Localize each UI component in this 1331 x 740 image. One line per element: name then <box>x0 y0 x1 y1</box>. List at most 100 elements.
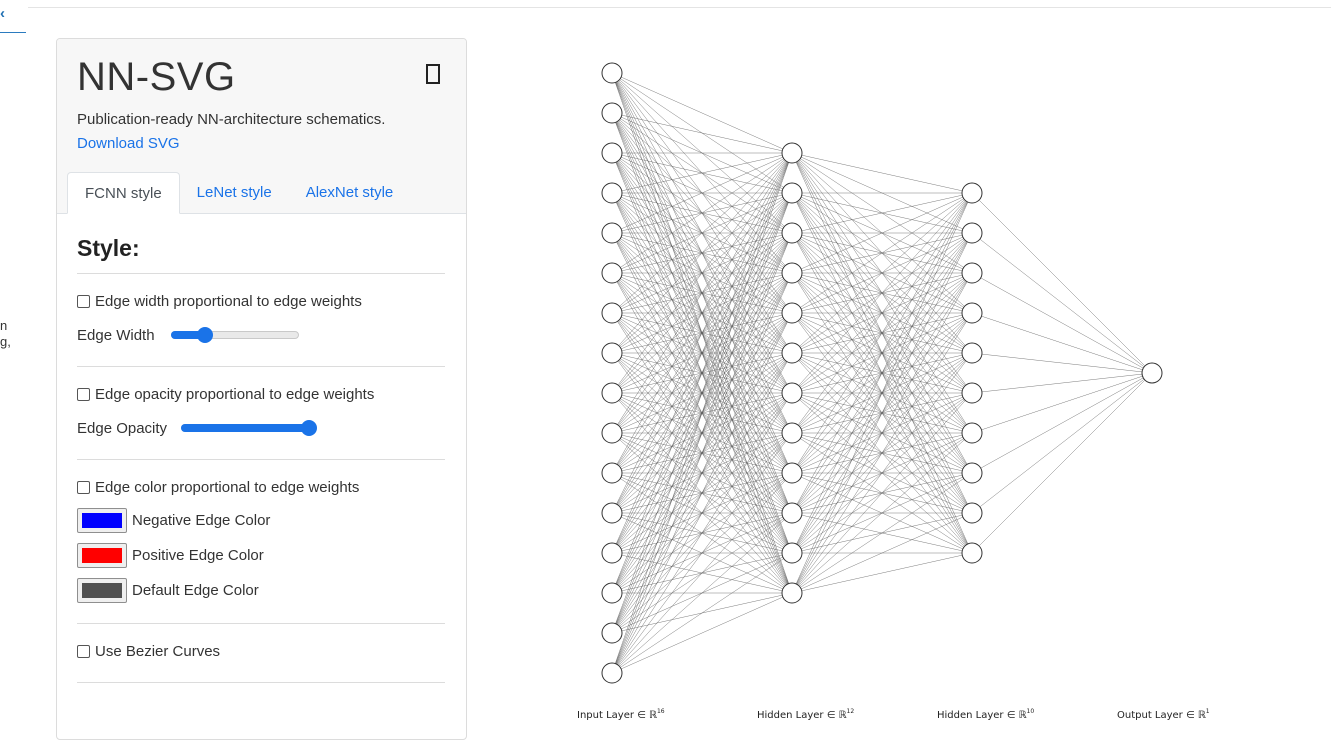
layer-label: Hidden Layer ∈ ℝ10 <box>937 708 1034 721</box>
network-edge <box>971 372 1153 554</box>
network-node <box>781 302 803 324</box>
color-swatch <box>82 513 122 528</box>
network-node <box>601 342 623 364</box>
edge-width-control: Edge Width <box>77 324 445 346</box>
network-node <box>781 422 803 444</box>
edge-opacity-proportional-checkbox[interactable] <box>77 387 90 401</box>
network-diagram: Input Layer ∈ ℝ16 Hidden Layer ∈ ℝ12 Hidde… <box>577 62 1210 721</box>
edge-opacity-group: Edge opacity proportional to edge weight… <box>77 367 445 460</box>
network-node <box>781 262 803 284</box>
network-node <box>961 182 983 204</box>
edge-width-proportional-checkbox[interactable] <box>77 294 90 308</box>
edge-opacity-slider[interactable] <box>181 420 318 436</box>
edge-opacity-control: Edge Opacity <box>77 417 445 439</box>
color-swatch <box>82 583 122 598</box>
network-node <box>601 262 623 284</box>
network-node <box>781 502 803 524</box>
bezier-option[interactable]: Use Bezier Curves <box>77 640 445 662</box>
edge-color-proportional-option[interactable]: Edge color proportional to edge weights <box>77 476 445 498</box>
style-tabs: FCNN style LeNet style AlexNet style <box>67 172 410 214</box>
network-node <box>601 302 623 324</box>
style-heading: Style: <box>77 235 140 261</box>
clipped-side-text: n g, <box>0 318 11 350</box>
top-divider <box>28 7 1331 8</box>
network-node <box>961 462 983 484</box>
network-node <box>961 502 983 524</box>
bezier-curves-checkbox[interactable] <box>77 644 90 658</box>
network-edge <box>971 372 1153 394</box>
network-node <box>961 302 983 324</box>
app-title: NN-SVG <box>77 55 236 99</box>
network-node <box>601 382 623 404</box>
settings-panel: NN-SVG Publication-ready NN-architecture… <box>56 38 467 740</box>
clipped-text-line: g, <box>0 334 11 349</box>
network-edge <box>791 152 973 194</box>
negative-edge-color-picker[interactable] <box>77 508 127 533</box>
download-svg-link[interactable]: Download SVG <box>77 135 180 152</box>
collapse-panel-button[interactable]: ‹ <box>0 4 26 33</box>
checkbox-label: Edge color proportional to edge weights <box>95 478 360 496</box>
network-node <box>601 142 623 164</box>
tab-lenet-style[interactable]: LeNet style <box>180 172 289 214</box>
network-node <box>601 422 623 444</box>
negative-edge-color-row: Negative Edge Color <box>77 508 445 533</box>
network-node <box>961 542 983 564</box>
slider-label: Edge Width <box>77 326 155 344</box>
network-edge <box>791 312 973 594</box>
panel-header: NN-SVG Publication-ready NN-architecture… <box>57 39 466 214</box>
layer-label: Hidden Layer ∈ ℝ12 <box>757 708 854 721</box>
edge-color-proportional-checkbox[interactable] <box>77 480 90 494</box>
positive-edge-color-row: Positive Edge Color <box>77 543 445 568</box>
slider-thumb[interactable] <box>197 327 214 343</box>
network-node <box>781 462 803 484</box>
network-node <box>781 182 803 204</box>
network-node <box>601 622 623 644</box>
network-node <box>781 342 803 364</box>
network-node <box>601 582 623 604</box>
network-node <box>781 382 803 404</box>
network-node <box>601 662 623 684</box>
default-edge-color-picker[interactable] <box>77 578 127 603</box>
network-node <box>961 382 983 404</box>
clipped-text-line: n <box>0 318 8 333</box>
chevron-left-icon: ‹ <box>0 5 5 22</box>
network-edge <box>971 232 1153 374</box>
app-tagline: Publication-ready NN-architecture schema… <box>77 111 386 128</box>
network-edge <box>971 272 1153 374</box>
network-node <box>601 462 623 484</box>
network-edge <box>611 592 793 674</box>
network-edge <box>971 372 1153 514</box>
positive-edge-color-picker[interactable] <box>77 543 127 568</box>
theme-toggle-icon[interactable] <box>426 64 440 84</box>
network-node <box>781 582 803 604</box>
edge-width-proportional-option[interactable]: Edge width proportional to edge weights <box>77 290 445 312</box>
tab-alexnet-style[interactable]: AlexNet style <box>289 172 411 214</box>
default-edge-color-row: Default Edge Color <box>77 578 445 603</box>
network-node <box>601 502 623 524</box>
network-edge <box>971 192 1153 374</box>
network-edge <box>791 232 973 594</box>
color-swatch <box>82 548 122 563</box>
network-node <box>961 342 983 364</box>
color-label: Positive Edge Color <box>132 547 264 564</box>
edge-opacity-proportional-option[interactable]: Edge opacity proportional to edge weight… <box>77 383 445 405</box>
tab-fcnn-style[interactable]: FCNN style <box>67 172 180 214</box>
network-node <box>601 102 623 124</box>
checkbox-label: Use Bezier Curves <box>95 642 221 660</box>
network-edge <box>791 552 973 594</box>
network-edge <box>971 372 1153 474</box>
bezier-group: Use Bezier Curves <box>77 624 445 683</box>
network-node <box>781 142 803 164</box>
edge-width-slider[interactable] <box>170 327 299 343</box>
network-edge <box>971 372 1153 434</box>
network-node <box>1141 362 1163 384</box>
checkbox-label: Edge opacity proportional to edge weight… <box>95 385 375 403</box>
slider-thumb[interactable] <box>301 420 318 436</box>
network-node <box>961 222 983 244</box>
layer-label: Input Layer ∈ ℝ16 <box>577 708 665 721</box>
network-node <box>781 542 803 564</box>
style-options: Style: Edge width proportional to edge w… <box>77 215 445 683</box>
network-node <box>601 182 623 204</box>
checkbox-label: Edge width proportional to edge weights <box>95 292 362 310</box>
network-edge <box>971 352 1153 374</box>
